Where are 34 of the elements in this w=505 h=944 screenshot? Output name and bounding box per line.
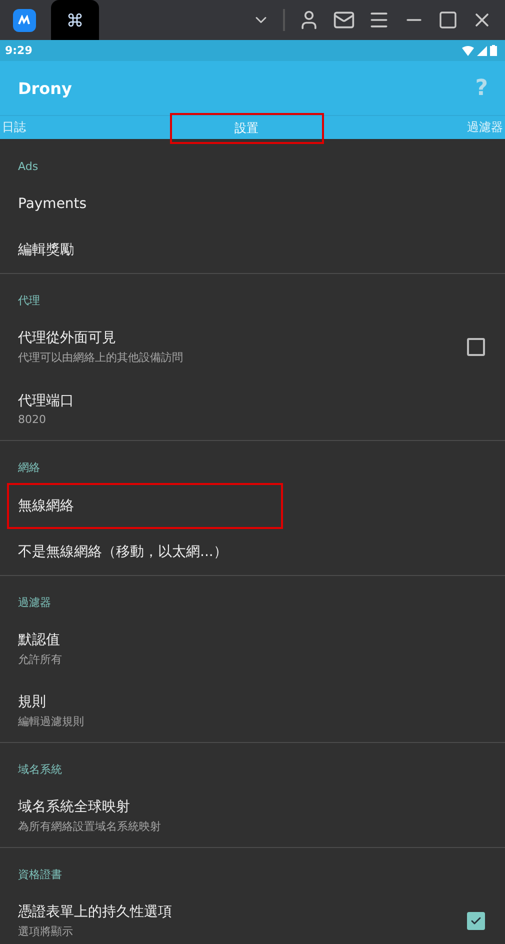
setting-title[interactable]: 編輯獎勵 xyxy=(18,241,74,259)
status-time: 9:29 xyxy=(5,44,32,57)
section-header: 過濾器 xyxy=(18,595,51,610)
setting-subtitle: 為所有網絡設置域名系統映射 xyxy=(18,819,161,834)
setting-title[interactable]: 默認值 xyxy=(18,631,62,649)
setting-subtitle: 允許所有 xyxy=(18,652,62,667)
checkbox[interactable] xyxy=(467,338,485,356)
check-icon xyxy=(470,915,482,927)
section-header: Ads xyxy=(18,160,38,173)
command-tab-icon[interactable] xyxy=(51,0,99,40)
setting-title[interactable]: Payments xyxy=(18,196,87,212)
setting-title[interactable]: 域名系統全球映射 xyxy=(18,798,161,816)
app-logo-icon[interactable] xyxy=(13,8,36,32)
setting-title[interactable]: 代理從外面可見 xyxy=(18,329,183,347)
setting-title[interactable]: 代理端口 xyxy=(18,392,74,410)
battery-icon xyxy=(490,45,497,56)
setting-title[interactable]: 無線網絡 xyxy=(18,497,74,515)
maximize-icon[interactable] xyxy=(438,10,458,30)
setting-title[interactable]: 憑證表單上的持久性選項 xyxy=(18,903,172,921)
checkbox[interactable] xyxy=(467,912,485,930)
setting-subtitle: 8020 xyxy=(18,413,47,426)
setting-title[interactable]: 不是無線網絡（移動，以太網...） xyxy=(18,543,228,561)
setting-title[interactable]: 規則 xyxy=(18,693,84,711)
app-title: Drony xyxy=(18,78,72,98)
section-header: 域名系統 xyxy=(18,762,62,777)
wifi-icon xyxy=(462,46,474,56)
section-header: 資格證書 xyxy=(18,867,62,882)
section-header: 網絡 xyxy=(18,460,40,475)
setting-subtitle: 選項將顯示 xyxy=(18,924,74,939)
setting-subtitle: 代理可以由網絡上的其他設備訪問 xyxy=(18,350,183,365)
signal-icon xyxy=(477,46,487,56)
section-header: 代理 xyxy=(18,293,40,308)
setting-subtitle: 編輯過濾規則 xyxy=(18,714,84,729)
mail-icon[interactable] xyxy=(333,9,355,31)
